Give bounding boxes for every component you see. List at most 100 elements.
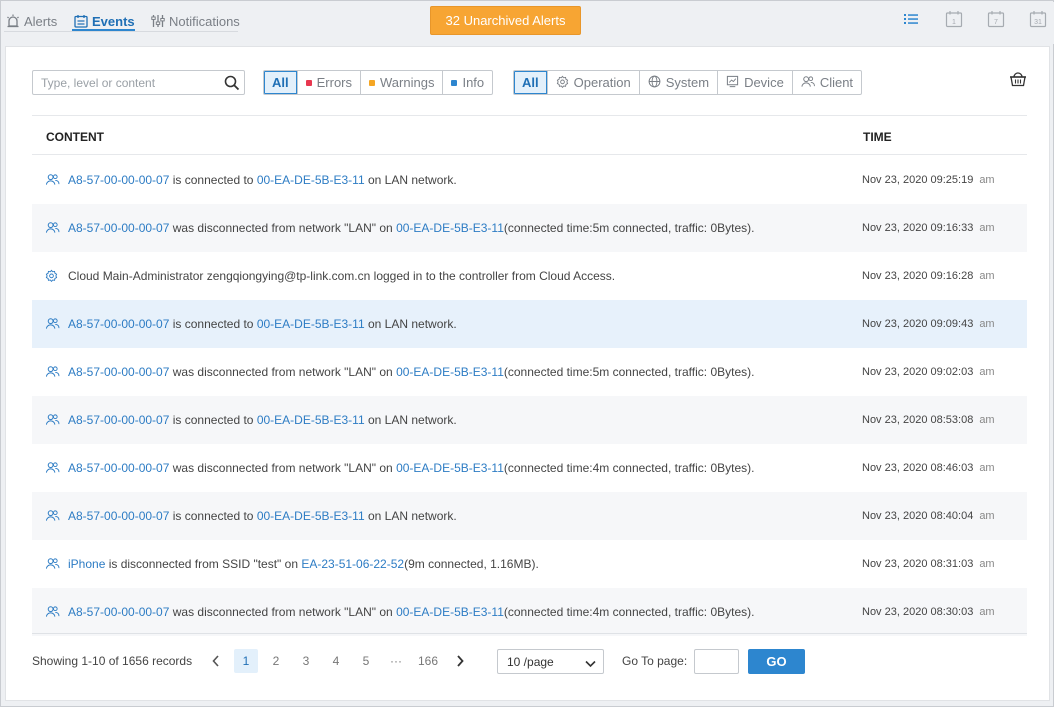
device-link[interactable]: 00-EA-DE-5B-E3-11 bbox=[396, 221, 504, 235]
event-content: A8-57-00-00-00-07 is connected to 00-EA-… bbox=[68, 509, 457, 523]
device-link[interactable]: 00-EA-DE-5B-E3-11 bbox=[257, 509, 365, 523]
table-row[interactable]: A8-57-00-00-00-07 was disconnected from … bbox=[32, 348, 1027, 396]
event-timestamp: Nov 23, 2020 08:40:04 bbox=[862, 510, 974, 522]
client-icon bbox=[801, 75, 815, 91]
calendar-week-icon[interactable]: 7 bbox=[986, 9, 1006, 29]
device-link[interactable]: 00-EA-DE-5B-E3-11 bbox=[257, 173, 365, 187]
event-ampm: am bbox=[979, 606, 995, 618]
table-row[interactable]: A8-57-00-00-00-07 is connected to 00-EA-… bbox=[32, 300, 1027, 348]
event-timestamp: Nov 23, 2020 09:25:19 bbox=[862, 174, 974, 186]
event-time: Nov 23, 2020 09:25:19 am bbox=[862, 174, 995, 186]
unarchived-alerts-button[interactable]: 32 Unarchived Alerts bbox=[430, 6, 581, 35]
page-ellipsis-button[interactable]: ··· bbox=[384, 649, 408, 673]
calendar-day-icon[interactable]: 1 bbox=[944, 9, 964, 29]
calendar-month-icon[interactable]: 31 bbox=[1028, 9, 1048, 29]
event-content: A8-57-00-00-00-07 was disconnected from … bbox=[68, 461, 754, 475]
client-icon bbox=[45, 317, 60, 333]
device-link[interactable]: 00-EA-DE-5B-E3-11 bbox=[257, 317, 365, 331]
page-size-select[interactable]: 10 /page bbox=[497, 649, 604, 674]
level-filter-info[interactable]: Info bbox=[442, 71, 492, 94]
client-icon bbox=[45, 173, 60, 189]
type-filter-operation[interactable]: Operation bbox=[546, 71, 639, 94]
table-row[interactable]: A8-57-00-00-00-07 was disconnected from … bbox=[32, 444, 1027, 492]
level-filter-errors[interactable]: Errors bbox=[296, 71, 360, 94]
event-text: was disconnected from network "LAN" on bbox=[172, 605, 393, 619]
level-filter-all[interactable]: All bbox=[264, 71, 297, 94]
event-ampm: am bbox=[979, 414, 995, 426]
tab-notifications[interactable]: Notifications bbox=[151, 10, 240, 32]
device-link[interactable]: 00-EA-DE-5B-E3-11 bbox=[396, 605, 504, 619]
event-time: Nov 23, 2020 08:53:08 am bbox=[862, 414, 995, 426]
event-content: A8-57-00-00-00-07 was disconnected from … bbox=[68, 221, 754, 235]
chevron-down-icon bbox=[585, 657, 596, 671]
client-link[interactable]: A8-57-00-00-00-07 bbox=[68, 221, 169, 235]
pagination: 1 2 3 4 5 ··· 166 bbox=[204, 649, 472, 673]
table-header: CONTENT TIME bbox=[32, 115, 1027, 155]
goto-page-input[interactable] bbox=[694, 649, 739, 674]
event-text-suffix: on LAN network. bbox=[367, 317, 457, 331]
table-row[interactable]: A8-57-00-00-00-07 is connected to 00-EA-… bbox=[32, 156, 1027, 204]
event-time: Nov 23, 2020 09:09:43 am bbox=[862, 318, 995, 330]
device-link[interactable]: 00-EA-DE-5B-E3-11 bbox=[396, 461, 504, 475]
event-text: is connected to bbox=[172, 413, 254, 427]
type-filter-client[interactable]: Client bbox=[791, 71, 861, 94]
device-link[interactable]: 00-EA-DE-5B-E3-11 bbox=[396, 365, 504, 379]
table-row[interactable]: iPhone is disconnected from SSID "test" … bbox=[32, 540, 1027, 588]
client-link[interactable]: A8-57-00-00-00-07 bbox=[68, 461, 169, 475]
table-row[interactable]: Cloud Main-Administrator zengqiongying@t… bbox=[32, 252, 1027, 300]
event-time: Nov 23, 2020 09:02:03 am bbox=[862, 366, 995, 378]
tab-alerts-label: Alerts bbox=[24, 13, 58, 29]
event-text: Cloud Main-Administrator zengqiongying@t… bbox=[68, 269, 616, 283]
error-dot-icon bbox=[305, 79, 312, 86]
client-link[interactable]: A8-57-00-00-00-07 bbox=[68, 413, 169, 427]
device-link[interactable]: EA-23-51-06-22-52 bbox=[301, 557, 404, 571]
info-dot-icon bbox=[451, 79, 458, 86]
table-row[interactable]: A8-57-00-00-00-07 is connected to 00-EA-… bbox=[32, 492, 1027, 540]
event-ampm: am bbox=[979, 510, 995, 522]
client-icon bbox=[45, 509, 60, 525]
page-1-button[interactable]: 1 bbox=[234, 649, 258, 673]
type-filter-device[interactable]: Device bbox=[717, 71, 792, 94]
table-row[interactable]: A8-57-00-00-00-07 is connected to 00-EA-… bbox=[32, 396, 1027, 444]
table-row[interactable]: A8-57-00-00-00-07 was disconnected from … bbox=[32, 588, 1027, 636]
table-bottom-divider bbox=[32, 633, 1027, 634]
device-icon bbox=[726, 75, 739, 91]
client-link[interactable]: A8-57-00-00-00-07 bbox=[68, 173, 169, 187]
page-5-button[interactable]: 5 bbox=[354, 649, 378, 673]
level-filter: All Errors Warnings Info bbox=[263, 70, 494, 95]
client-link[interactable]: A8-57-00-00-00-07 bbox=[68, 509, 169, 523]
page-4-button[interactable]: 4 bbox=[324, 649, 348, 673]
tab-alerts[interactable]: Alerts bbox=[6, 10, 57, 32]
goto-page-label: Go To page: bbox=[622, 654, 688, 668]
level-filter-warnings[interactable]: Warnings bbox=[360, 71, 442, 94]
prev-page-button[interactable] bbox=[204, 649, 228, 673]
device-link[interactable]: 00-EA-DE-5B-E3-11 bbox=[257, 413, 365, 427]
page-2-button[interactable]: 2 bbox=[264, 649, 288, 673]
event-time: Nov 23, 2020 09:16:33 am bbox=[862, 222, 995, 234]
client-link[interactable]: A8-57-00-00-00-07 bbox=[68, 605, 169, 619]
archive-basket-icon[interactable] bbox=[1009, 70, 1027, 91]
event-text-suffix: (connected time:5m connected, traffic: 0… bbox=[503, 221, 755, 235]
go-button[interactable]: GO bbox=[748, 649, 805, 674]
column-time-header: TIME bbox=[863, 130, 892, 144]
client-link[interactable]: A8-57-00-00-00-07 bbox=[68, 317, 169, 331]
type-filter-all[interactable]: All bbox=[514, 71, 547, 94]
event-timestamp: Nov 23, 2020 08:46:03 bbox=[862, 462, 974, 474]
type-filter-system[interactable]: System bbox=[638, 71, 717, 94]
page-last-button[interactable]: 166 bbox=[414, 649, 442, 673]
event-text: is disconnected from SSID "test" on bbox=[108, 557, 298, 571]
client-link[interactable]: iPhone bbox=[68, 557, 105, 571]
next-page-button[interactable] bbox=[448, 649, 472, 673]
client-icon bbox=[45, 413, 60, 429]
calendar-week-number: 7 bbox=[994, 19, 998, 26]
page-3-button[interactable]: 3 bbox=[294, 649, 318, 673]
list-view-icon[interactable] bbox=[901, 9, 921, 29]
search-input[interactable] bbox=[33, 71, 218, 94]
records-summary: Showing 1-10 of 1656 records bbox=[32, 654, 193, 668]
event-content: A8-57-00-00-00-07 was disconnected from … bbox=[68, 605, 754, 619]
table-row[interactable]: A8-57-00-00-00-07 was disconnected from … bbox=[32, 204, 1027, 252]
client-link[interactable]: A8-57-00-00-00-07 bbox=[68, 365, 169, 379]
event-text-suffix: on LAN network. bbox=[367, 509, 457, 523]
event-text-suffix: (connected time:5m connected, traffic: 0… bbox=[503, 365, 755, 379]
search-icon[interactable] bbox=[224, 75, 240, 94]
